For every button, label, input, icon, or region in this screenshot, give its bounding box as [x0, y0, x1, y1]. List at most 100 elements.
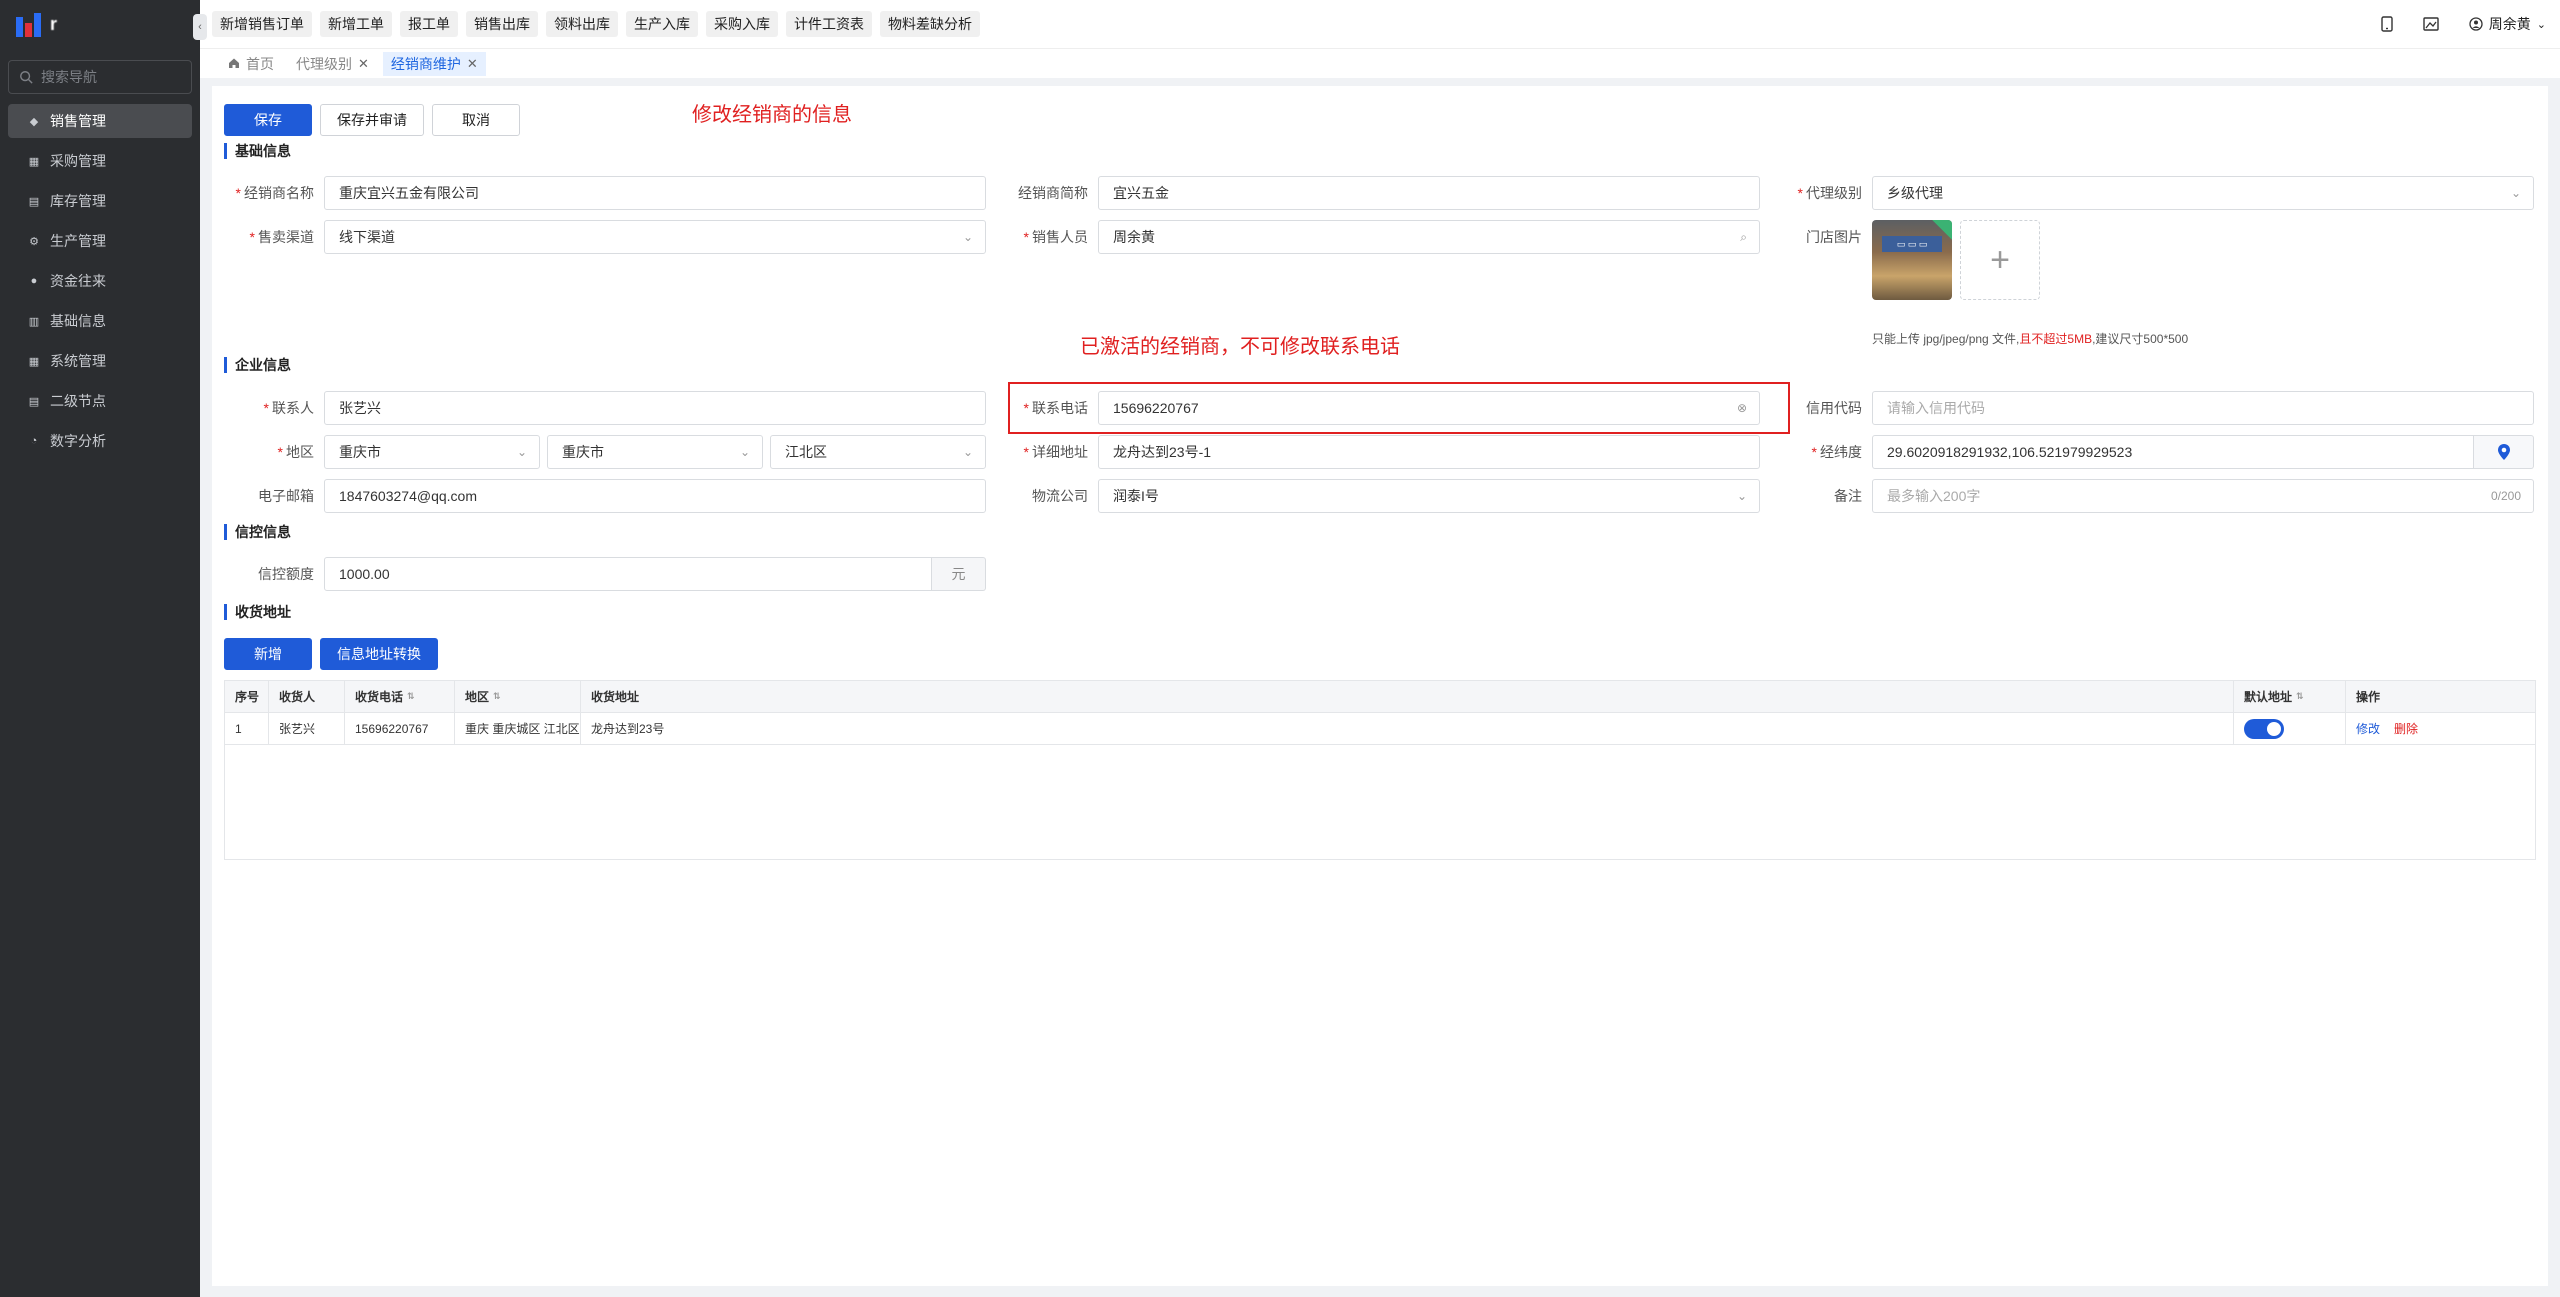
dealer-name-input[interactable]: 重庆宜兴五金有限公司 [324, 176, 986, 210]
phone-highlight-box [1008, 382, 1790, 434]
sort-icon[interactable]: ⇅ [407, 691, 415, 702]
coords-label: * 经纬度 [1811, 444, 1862, 460]
sidebar-item-2[interactable]: ▤ 库存管理 [8, 184, 192, 218]
tab-2[interactable]: 经销商维护 ✕ [382, 51, 486, 76]
collapse-sidebar-button[interactable]: ‹ [193, 14, 207, 40]
address-input[interactable]: 龙舟达到23号-1 [1098, 435, 1760, 469]
contact-label: * 联系人 [263, 400, 314, 416]
sidebar-menu: ◆ 销售管理 ▦ 采购管理 ▤ 库存管理 ⚙ 生产管理 ● 资金往来 ▥ 基础信息 ▦ 系统管理 ▤ 二级节点… [0, 104, 200, 458]
sidebar-item-label: 数字分析 [50, 433, 106, 449]
delete-link[interactable]: 删除 [2394, 720, 2418, 737]
tab-1[interactable]: 代理级别 ✕ [288, 52, 377, 76]
quick-link-button[interactable]: 新增销售订单 [212, 11, 312, 37]
quick-link-button[interactable]: 新增工单 [320, 11, 392, 37]
district-select[interactable]: 江北区 ⌄ [770, 435, 986, 469]
address-label: * 详细地址 [1023, 444, 1088, 460]
mobile-icon[interactable] [2381, 16, 2393, 32]
column-header-label: 收货地址 [591, 690, 640, 704]
quick-link-button[interactable]: 领料出库 [546, 11, 618, 37]
table-body: 1 张艺兴 15696220767 重庆 重庆城区 江北区 龙舟达到23号 修改 删除 [225, 713, 2535, 745]
salesperson-input[interactable]: 周余黄 ⌕ [1098, 220, 1760, 254]
sort-icon[interactable]: ⇅ [2296, 691, 2304, 702]
credit-unit: 元 [932, 557, 986, 591]
column-header[interactable]: 地区 ⇅ [455, 681, 581, 712]
convert-address-button[interactable]: 信息地址转换 [320, 638, 438, 670]
base-info-icon: ▥ [28, 315, 40, 328]
close-icon[interactable]: ✕ [467, 56, 478, 72]
column-header[interactable]: 收货电话 ⇅ [345, 681, 455, 712]
node-icon: ▤ [28, 395, 40, 408]
inventory-icon: ▤ [28, 195, 40, 208]
store-photo-thumbnail[interactable]: ▭ ▭ ▭ [1872, 220, 1952, 300]
sidebar: r 搜索导航 ◆ 销售管理 ▦ 采购管理 ▤ 库存管理 ⚙ 生产管理 ● 资金往来 ▥ 基础信息 ▦ 系统… [0, 0, 200, 1297]
remark-counter: 0/200 [2490, 489, 2521, 503]
sidebar-item-4[interactable]: ● 资金往来 [8, 264, 192, 298]
add-address-button[interactable]: 新增 [224, 638, 312, 670]
save-and-approve-button[interactable]: 保存并审请 [320, 104, 424, 136]
logo[interactable]: r [0, 0, 200, 48]
sidebar-item-0[interactable]: ◆ 销售管理 [8, 104, 192, 138]
quick-link-button[interactable]: 报工单 [400, 11, 458, 37]
column-header-label: 序号 [235, 690, 260, 704]
coords-input[interactable]: 29.6020918291932,106.521979929523 [1872, 435, 2474, 469]
section-basic-info: 基础信息 [224, 143, 291, 159]
quick-link-button[interactable]: 物料差缺分析 [880, 11, 980, 37]
tab-label: 代理级别 [296, 55, 352, 72]
contact-input[interactable]: 张艺兴 [324, 391, 986, 425]
province-select[interactable]: 重庆市 ⌄ [324, 435, 540, 469]
store-photo-sign: ▭ ▭ ▭ [1882, 236, 1942, 252]
channel-select[interactable]: 线下渠道 ⌄ [324, 220, 986, 254]
logistics-label: 物流公司 [1032, 488, 1088, 504]
search-icon[interactable]: ⌕ [1740, 230, 1747, 245]
sidebar-item-8[interactable]: ◔ 数字分析 [8, 424, 192, 458]
remark-input[interactable]: 最多输入200字 0/200 [1872, 479, 2534, 513]
cell-actions: 修改 删除 [2346, 713, 2535, 744]
user-menu[interactable]: 周余黄 ⌄ [2469, 14, 2546, 34]
quick-link-button[interactable]: 计件工资表 [786, 11, 872, 37]
plus-icon: + [1990, 240, 2010, 279]
logo-text: r [50, 13, 58, 34]
main-content: 保存 保存并审请 取消 修改经销商的信息 基础信息 * 经销商名称 重庆宜兴五金有… [212, 86, 2548, 1286]
short-name-label: 经销商简称 [1018, 185, 1088, 201]
sidebar-item-6[interactable]: ▦ 系统管理 [8, 344, 192, 378]
default-address-toggle[interactable] [2244, 718, 2284, 739]
credit-limit-input[interactable]: 1000.00 [324, 557, 932, 591]
sidebar-item-7[interactable]: ▤ 二级节点 [8, 384, 192, 418]
logo-mark-icon [16, 11, 44, 37]
close-icon[interactable]: ✕ [358, 56, 369, 72]
edit-link[interactable]: 修改 [2356, 720, 2380, 737]
phone-annotation: 已激活的经销商，不可修改联系电话 [1080, 336, 1400, 358]
column-header: 收货人 [269, 681, 345, 712]
email-label: 电子邮箱 [258, 488, 314, 504]
credit-code-input[interactable]: 请输入信用代码 [1872, 391, 2534, 425]
salesperson-label: * 销售人员 [1023, 229, 1088, 245]
sidebar-item-3[interactable]: ⚙ 生产管理 [8, 224, 192, 258]
quick-link-button[interactable]: 销售出库 [466, 11, 538, 37]
cell-receiver: 张艺兴 [269, 713, 345, 744]
page-scrollbar[interactable] [2550, 86, 2560, 1286]
save-button[interactable]: 保存 [224, 104, 312, 136]
sort-icon[interactable]: ⇅ [493, 691, 501, 702]
agent-level-select[interactable]: 乡级代理 ⌄ [1872, 176, 2534, 210]
tab-label: 经销商维护 [390, 55, 461, 72]
tab-0[interactable]: 首页 [220, 52, 282, 76]
sidebar-item-1[interactable]: ▦ 采购管理 [8, 144, 192, 178]
upload-photo-button[interactable]: + [1960, 220, 2040, 300]
sidebar-item-5[interactable]: ▥ 基础信息 [8, 304, 192, 338]
quick-link-button[interactable]: 生产入库 [626, 11, 698, 37]
top-bar: 新增销售订单 新增工单 报工单 销售出库 领料出库 生产入库 采购入库 计件工资表 物料差缺分析… [200, 0, 2560, 48]
city-select[interactable]: 重庆市 ⌄ [547, 435, 763, 469]
column-header[interactable]: 默认地址 ⇅ [2234, 681, 2346, 712]
form-toolbar: 保存 保存并审请 取消 [224, 104, 520, 136]
map-pin-button[interactable] [2474, 435, 2534, 469]
image-icon[interactable] [2423, 17, 2439, 31]
quick-link-button[interactable]: 采购入库 [706, 11, 778, 37]
logistics-select[interactable]: 润泰I号 ⌄ [1098, 479, 1760, 513]
table-row: 1 张艺兴 15696220767 重庆 重庆城区 江北区 龙舟达到23号 修改 删除 [225, 713, 2535, 745]
email-input[interactable]: 1847603274@qq.com [324, 479, 986, 513]
short-name-input[interactable]: 宜兴五金 [1098, 176, 1760, 210]
cancel-button[interactable]: 取消 [432, 104, 520, 136]
sidebar-search-input[interactable]: 搜索导航 [8, 60, 192, 94]
map-pin-icon [2497, 444, 2510, 460]
upload-hint: 只能上传 jpg/jpeg/png 文件,且不超过5MB,建议尺寸500*500 [1872, 332, 2189, 346]
